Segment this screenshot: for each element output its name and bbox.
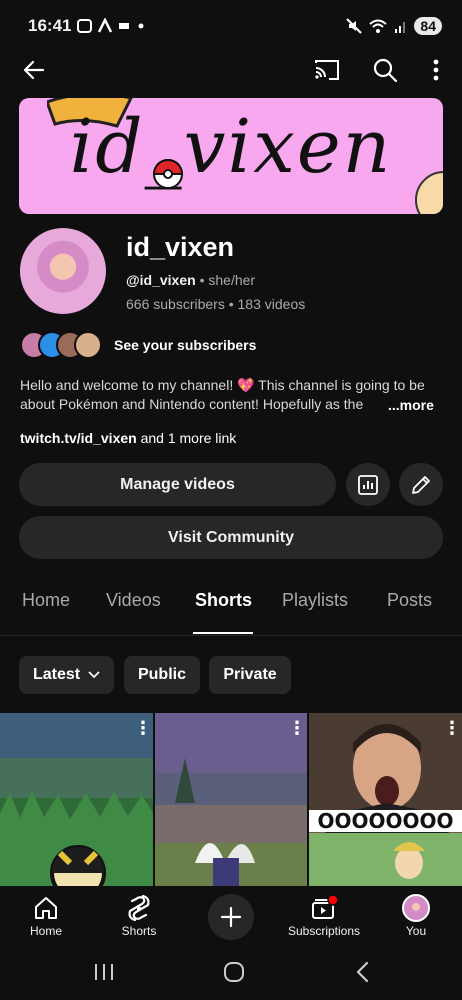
separator-dot: • [228, 296, 238, 312]
short-more-icon[interactable]: ⋮ [134, 719, 152, 737]
short-thumbnail[interactable]: ⋮ [0, 713, 153, 888]
more-links-label[interactable]: and 1 more link [141, 430, 237, 446]
nav-home[interactable]: Home [0, 892, 92, 938]
video-count: 183 videos [237, 296, 306, 312]
short-more-icon[interactable]: ⋮ [443, 719, 461, 737]
public-filter-chip[interactable]: Public [124, 656, 200, 694]
analytics-icon [358, 474, 378, 495]
channel-handle: @id_vixen [126, 272, 196, 288]
status-bar: 16:41 84 [0, 0, 462, 52]
tab-videos[interactable]: Videos [106, 590, 161, 611]
channel-pronouns: she/her [208, 272, 256, 288]
channel-avatar[interactable] [20, 228, 106, 314]
plus-icon [220, 906, 242, 928]
mute-icon [346, 18, 363, 34]
short-thumbnail[interactable]: OOOOOOOO ⋮ [309, 713, 462, 888]
top-app-bar [0, 48, 462, 92]
nav-shorts-label: Shorts [121, 924, 157, 938]
visit-community-button[interactable]: Visit Community [19, 516, 443, 559]
short-overlay-text: OOOOOOOO [309, 810, 462, 832]
sort-latest-chip[interactable]: Latest [19, 656, 114, 694]
short-thumbnail-image [309, 713, 462, 888]
channel-tabs: Home Videos Shorts Playlists Posts [0, 590, 462, 636]
back-button-icon[interactable] [352, 961, 372, 983]
search-icon[interactable] [369, 54, 401, 86]
sort-latest-label: Latest [32, 666, 81, 683]
system-navigation-bar [0, 954, 462, 1000]
short-thumbnail[interactable]: ⋮ [155, 713, 307, 888]
back-arrow-icon[interactable] [18, 54, 50, 86]
nav-subscriptions[interactable]: Subscriptions [278, 892, 370, 938]
short-thumbnail-image [155, 713, 307, 888]
nav-you-label: You [405, 924, 427, 938]
channel-stats: 666 subscribers • 183 videos [126, 296, 305, 312]
chevron-down-icon [88, 671, 100, 679]
tab-shorts[interactable]: Shorts [195, 590, 252, 611]
edit-channel-button[interactable] [399, 463, 443, 506]
notification-dot-icon [327, 894, 338, 906]
subscriber-count: 666 subscribers [126, 296, 225, 312]
nav-shorts[interactable]: Shorts [93, 892, 185, 938]
short-more-icon[interactable]: ⋮ [288, 719, 306, 737]
battery-indicator: 84 [414, 17, 442, 35]
pencil-icon [412, 475, 430, 494]
active-tab-indicator [193, 632, 253, 634]
nav-home-label: Home [29, 924, 62, 938]
create-button[interactable] [208, 894, 254, 940]
channel-description[interactable]: Hello and welcome to my channel! 💖 This … [20, 376, 445, 414]
description-more-link[interactable]: ...more [386, 397, 434, 413]
signal-icon [395, 22, 406, 33]
cast-icon[interactable] [311, 54, 343, 86]
you-avatar [402, 894, 430, 922]
recent-apps-icon[interactable] [92, 962, 116, 982]
private-filter-chip[interactable]: Private [209, 656, 291, 694]
wifi-icon [369, 19, 388, 33]
see-subscribers-row[interactable]: See your subscribers [20, 330, 256, 360]
channel-link[interactable]: twitch.tv/id_vixen [20, 430, 137, 446]
analytics-button[interactable] [346, 463, 390, 506]
channel-handle-line: @id_vixen • she/her [126, 272, 255, 288]
shorts-icon [128, 894, 150, 922]
notification-icons [77, 18, 144, 33]
subscriber-avatar [74, 331, 102, 359]
home-icon [35, 897, 57, 919]
bottom-navigation: Home Shorts Subscriptions You [0, 886, 462, 954]
tab-playlists[interactable]: Playlists [282, 590, 348, 611]
see-subscribers-label: See your subscribers [114, 337, 257, 353]
more-vert-icon[interactable] [420, 54, 452, 86]
pokeball-icon [152, 159, 184, 189]
tab-posts[interactable]: Posts [387, 590, 432, 611]
nav-subscriptions-label: Subscriptions [287, 924, 361, 938]
manage-videos-button[interactable]: Manage videos [19, 463, 336, 506]
channel-name: id_vixen [126, 232, 235, 262]
nav-you[interactable]: You [370, 892, 462, 938]
status-time: 16:41 [28, 16, 72, 35]
channel-links[interactable]: twitch.tv/id_vixen and 1 more link [20, 430, 236, 446]
tab-home[interactable]: Home [22, 590, 70, 611]
short-thumbnail-image [0, 713, 153, 888]
channel-banner: id_vixen [19, 98, 443, 214]
subscriptions-icon [312, 894, 338, 919]
banner-title: id_vixen [69, 104, 393, 190]
home-button-icon[interactable] [222, 961, 246, 983]
